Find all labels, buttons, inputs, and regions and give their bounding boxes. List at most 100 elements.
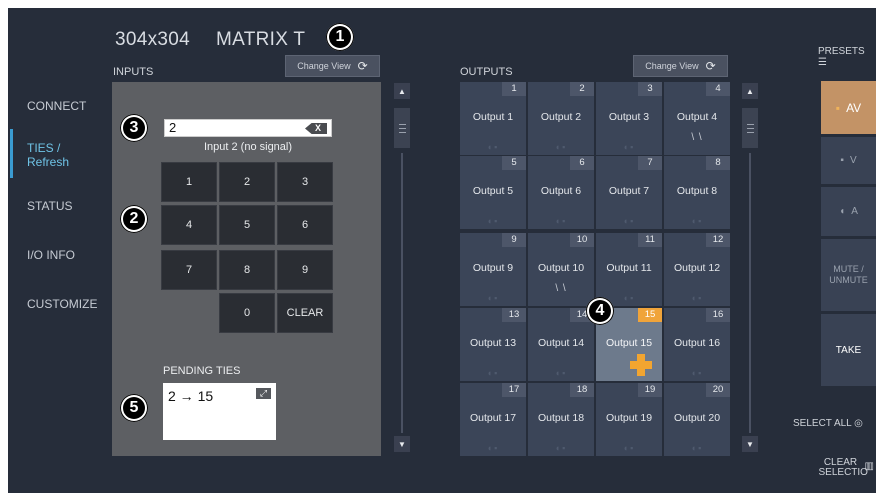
- audio-video-icon: ◖▪: [690, 368, 704, 378]
- output-cell-14[interactable]: 14 Output 14 ◖▪: [528, 308, 594, 381]
- keypad-key-5[interactable]: 5: [219, 205, 275, 245]
- output-name: Output 8: [676, 185, 718, 197]
- pending-ties-box: 2 → 15 ⤢: [163, 383, 276, 440]
- keypad-key-0[interactable]: 0: [219, 293, 275, 333]
- inputs-scroll-thumb[interactable]: [394, 108, 410, 148]
- outputs-scroll-down-button[interactable]: ▼: [742, 436, 758, 452]
- output-number: 20: [706, 383, 730, 397]
- audio-video-icon: ◖▪: [622, 443, 636, 453]
- input-number-field[interactable]: 2 X: [164, 119, 332, 137]
- output-cell-10[interactable]: 10 Output 10 \ \: [528, 233, 594, 306]
- audio-mode-button[interactable]: ◖ A: [821, 187, 876, 236]
- output-name: Output 6: [540, 185, 582, 197]
- page-title-part2: MATRIX T: [216, 29, 306, 50]
- select-all-button[interactable]: SELECT ALL ◎: [793, 418, 863, 429]
- output-number: 7: [638, 156, 662, 170]
- mute-unmute-label: MUTE / UNMUTE: [829, 264, 868, 285]
- plus-icon: [630, 354, 652, 376]
- audio-video-icon: ◖▪: [486, 216, 500, 226]
- callout-badge-3: 3: [120, 114, 148, 142]
- no-signal-mark: \ \: [555, 283, 567, 294]
- audio-label: A: [851, 206, 858, 217]
- audio-video-icon: ◖▪: [554, 216, 568, 226]
- sidebar-item-customize[interactable]: CUSTOMIZE: [27, 297, 97, 311]
- output-cell-11[interactable]: 11 Output 11 ◖▪: [596, 233, 662, 306]
- keypad-key-1[interactable]: 1: [161, 162, 217, 202]
- presets-label-text: PRESETS: [818, 46, 865, 57]
- keypad-key-8[interactable]: 8: [219, 250, 275, 290]
- keypad-key-7[interactable]: 7: [161, 250, 217, 290]
- audio-video-icon: ◖▪: [554, 368, 568, 378]
- sidebar-item-status[interactable]: STATUS: [27, 199, 73, 213]
- av-mode-button[interactable]: ▪ AV: [821, 81, 876, 134]
- outputs-scroll-track[interactable]: [749, 153, 751, 433]
- output-name: Output 10: [537, 262, 585, 274]
- inputs-change-view-button[interactable]: Change View ⟳: [285, 55, 380, 77]
- callout-badge-5: 5: [120, 394, 148, 422]
- output-cell-19[interactable]: 19 Output 19 ◖▪: [596, 383, 662, 456]
- output-name: Output 17: [469, 412, 517, 424]
- mute-unmute-button[interactable]: MUTE / UNMUTE: [821, 239, 876, 311]
- output-cell-4[interactable]: 4 Output 4 \ \: [664, 82, 730, 155]
- keypad-clear-button[interactable]: CLEAR: [277, 293, 333, 333]
- audio-video-icon: ◖▪: [622, 142, 636, 152]
- output-name: Output 1: [472, 111, 514, 123]
- video-icon: ▪: [840, 155, 844, 166]
- output-cell-7[interactable]: 7 Output 7 ◖▪: [596, 156, 662, 229]
- output-name: Output 16: [673, 337, 721, 349]
- output-cell-13[interactable]: 13 Output 13 ◖▪: [460, 308, 526, 381]
- sidebar: CONNECT TIES / Refresh STATUS I/O INFO C…: [8, 8, 110, 493]
- outputs-scroll-thumb[interactable]: [742, 108, 758, 148]
- video-mode-button[interactable]: ▪ V: [821, 137, 876, 184]
- inputs-scroll-up-button[interactable]: ▲: [394, 83, 410, 99]
- output-number: 2: [570, 82, 594, 96]
- take-button[interactable]: TAKE: [821, 314, 876, 386]
- output-name: Output 3: [608, 111, 650, 123]
- output-cell-18[interactable]: 18 Output 18 ◖▪: [528, 383, 594, 456]
- output-cell-17[interactable]: 17 Output 17 ◖▪: [460, 383, 526, 456]
- sidebar-item-io-info[interactable]: I/O INFO: [27, 248, 75, 262]
- output-cell-12[interactable]: 12 Output 12 ◖▪: [664, 233, 730, 306]
- expand-icon[interactable]: ⤢: [256, 388, 271, 399]
- output-number: 19: [638, 383, 662, 397]
- clear-selection-label: CLEAR SELECTIO: [818, 457, 868, 478]
- backspace-icon[interactable]: X: [305, 123, 327, 134]
- sidebar-item-ties-label: TIES /: [27, 141, 61, 155]
- select-all-label: SELECT ALL: [793, 418, 852, 429]
- pending-ties-label: PENDING TIES: [163, 365, 241, 377]
- sidebar-item-connect[interactable]: CONNECT: [27, 99, 86, 113]
- outputs-label: OUTPUTS: [460, 66, 513, 78]
- inputs-scroll-down-button[interactable]: ▼: [394, 436, 410, 452]
- outputs-scroll-up-button[interactable]: ▲: [742, 83, 758, 99]
- presets-label[interactable]: PRESETS ☰: [818, 46, 876, 68]
- output-cell-16[interactable]: 16 Output 16 ◖▪: [664, 308, 730, 381]
- inputs-label: INPUTS: [113, 66, 154, 78]
- audio-video-icon: ◖▪: [690, 293, 704, 303]
- output-cell-2[interactable]: 2 Output 2 ◖▪: [528, 82, 594, 155]
- output-cell-6[interactable]: 6 Output 6 ◖▪: [528, 156, 594, 229]
- video-label: V: [849, 155, 857, 166]
- av-icon: ▪: [835, 100, 841, 115]
- output-cell-8[interactable]: 8 Output 8 ◖▪: [664, 156, 730, 229]
- output-cell-1[interactable]: 1 Output 1 ◖▪: [460, 82, 526, 155]
- outputs-change-view-label: Change View: [645, 61, 699, 71]
- output-name: Output 15: [605, 337, 653, 349]
- sidebar-item-ties[interactable]: TIES / Refresh: [27, 141, 69, 169]
- outputs-change-view-button[interactable]: Change View ⟳: [633, 55, 728, 77]
- output-cell-9[interactable]: 9 Output 9 ◖▪: [460, 233, 526, 306]
- output-number: 8: [706, 156, 730, 170]
- output-cell-5[interactable]: 5 Output 5 ◖▪: [460, 156, 526, 229]
- keypad-key-9[interactable]: 9: [277, 250, 333, 290]
- keypad-key-4[interactable]: 4: [161, 205, 217, 245]
- keypad-key-6[interactable]: 6: [277, 205, 333, 245]
- output-cell-3[interactable]: 3 Output 3 ◖▪: [596, 82, 662, 155]
- inputs-scroll-track[interactable]: [401, 153, 403, 433]
- output-cell-20[interactable]: 20 Output 20 ◖▪: [664, 383, 730, 456]
- input-signal-status: Input 2 (no signal): [203, 141, 293, 153]
- output-number: 1: [502, 82, 526, 96]
- output-number: 9: [502, 233, 526, 247]
- keypad-key-3[interactable]: 3: [277, 162, 333, 202]
- output-number: 11: [638, 233, 662, 247]
- clear-selection-button[interactable]: CLEAR SELECTIO ▥: [813, 457, 875, 478]
- keypad-key-2[interactable]: 2: [219, 162, 275, 202]
